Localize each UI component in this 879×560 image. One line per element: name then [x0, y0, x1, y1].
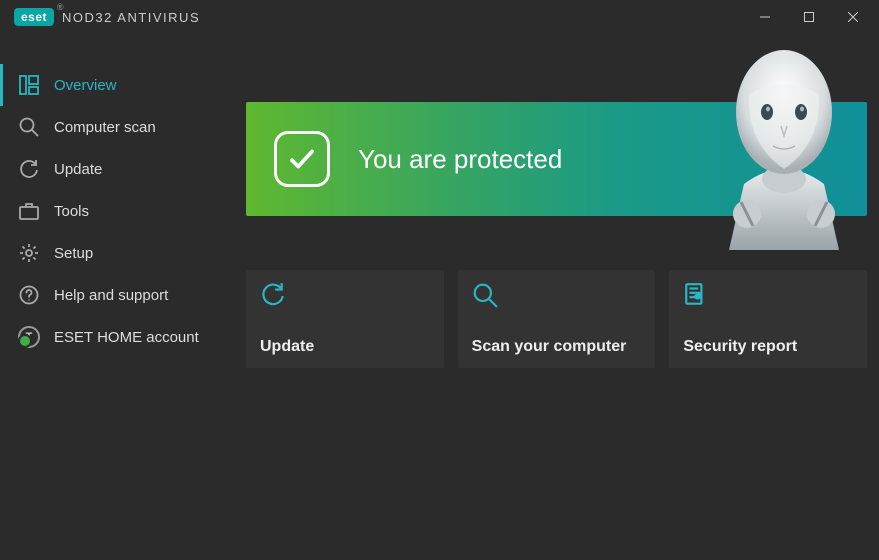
sidebar: Overview Computer scan Update	[0, 34, 232, 560]
titlebar: eset NOD32 ANTIVIRUS	[0, 0, 879, 34]
main-content: You are protected Update Scan your compu…	[232, 34, 879, 560]
card-update[interactable]: Update	[246, 270, 444, 368]
search-icon	[18, 116, 40, 138]
sidebar-item-label: Update	[54, 161, 102, 178]
sidebar-item-setup[interactable]: Setup	[0, 232, 232, 274]
question-circle-icon	[18, 284, 40, 306]
card-scan[interactable]: Scan your computer	[458, 270, 656, 368]
sidebar-item-label: ESET HOME account	[54, 329, 199, 346]
sidebar-item-label: Help and support	[54, 287, 168, 304]
sidebar-item-eset-home-account[interactable]: T ESET HOME account	[0, 316, 232, 358]
card-label: Security report	[683, 338, 853, 356]
status-message: You are protected	[358, 144, 562, 175]
sidebar-item-update[interactable]: Update	[0, 148, 232, 190]
search-icon	[472, 282, 498, 308]
overview-icon	[18, 74, 40, 96]
brand: eset NOD32 ANTIVIRUS	[14, 8, 200, 26]
sidebar-item-label: Tools	[54, 203, 89, 220]
card-label: Update	[260, 338, 430, 356]
gear-icon	[18, 242, 40, 264]
account-icon: T	[18, 326, 40, 348]
refresh-icon	[260, 282, 286, 308]
sidebar-item-computer-scan[interactable]: Computer scan	[0, 106, 232, 148]
window-controls	[743, 1, 875, 33]
maximize-button[interactable]	[787, 1, 831, 33]
card-label: Scan your computer	[472, 338, 642, 356]
sidebar-item-overview[interactable]: Overview	[0, 64, 232, 106]
brand-badge: eset	[14, 8, 54, 26]
check-shield-icon	[274, 131, 330, 187]
card-security-report[interactable]: Security report	[669, 270, 867, 368]
minimize-button[interactable]	[743, 1, 787, 33]
brand-product: NOD32 ANTIVIRUS	[62, 10, 200, 25]
robot-mascot	[699, 34, 869, 250]
sidebar-item-tools[interactable]: Tools	[0, 190, 232, 232]
sidebar-item-label: Computer scan	[54, 119, 156, 136]
close-button[interactable]	[831, 1, 875, 33]
sidebar-item-label: Setup	[54, 245, 93, 262]
briefcase-icon	[18, 200, 40, 222]
report-shield-icon	[683, 282, 709, 308]
action-cards: Update Scan your computer	[246, 270, 867, 368]
sidebar-item-label: Overview	[54, 77, 117, 94]
sidebar-item-help-support[interactable]: Help and support	[0, 274, 232, 316]
refresh-icon	[18, 158, 40, 180]
